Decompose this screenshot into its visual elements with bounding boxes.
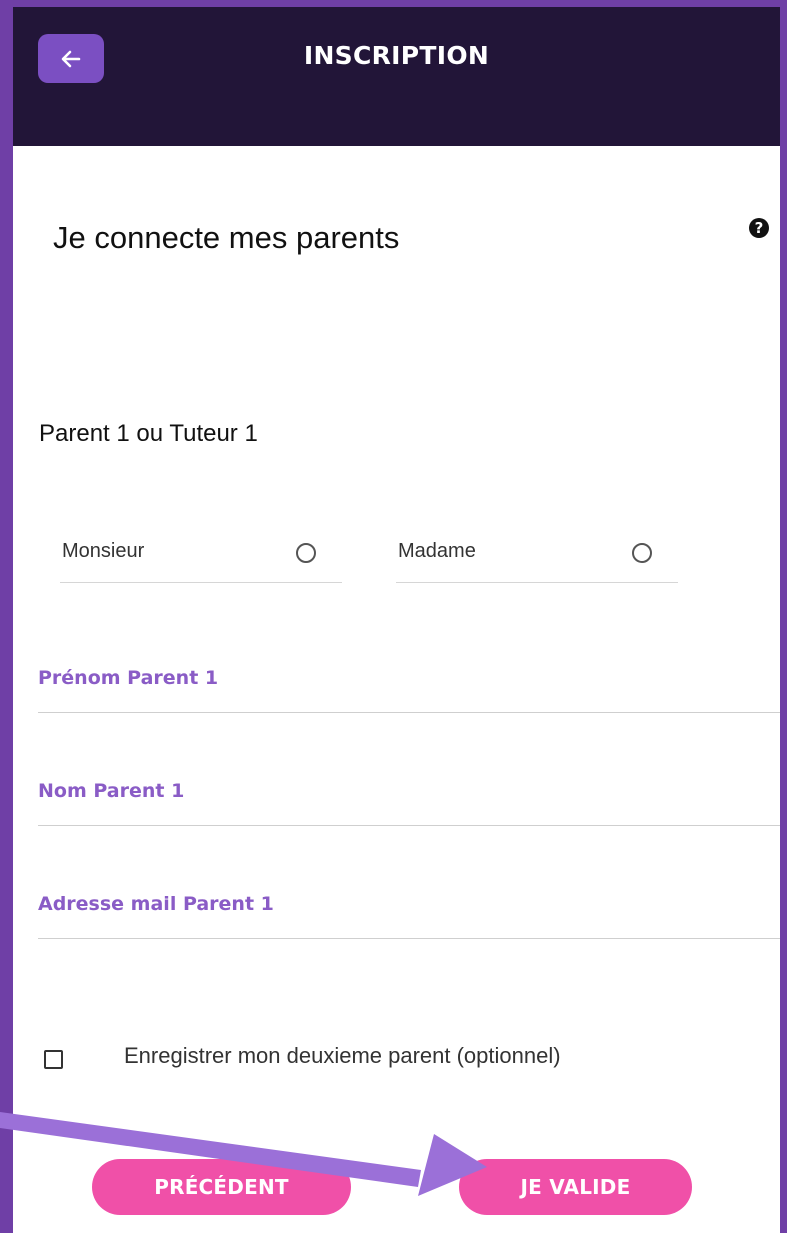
- first-name-field[interactable]: Prénom Parent 1: [38, 653, 780, 713]
- first-name-label: Prénom Parent 1: [38, 667, 219, 689]
- help-icon[interactable]: ?: [749, 218, 769, 238]
- radio-madame[interactable]: Madame: [396, 527, 678, 583]
- email-field[interactable]: Adresse mail Parent 1: [38, 879, 780, 939]
- section-title: Parent 1 ou Tuteur 1: [39, 420, 258, 447]
- validate-button[interactable]: JE VALIDE: [459, 1159, 692, 1215]
- second-parent-checkbox[interactable]: [44, 1050, 63, 1069]
- radio-circle-icon[interactable]: [632, 543, 652, 563]
- page-title: Je connecte mes parents: [53, 220, 400, 255]
- radio-label: Monsieur: [62, 540, 145, 562]
- previous-button[interactable]: PRÉCÉDENT: [92, 1159, 351, 1215]
- header-bar: INSCRIPTION: [13, 7, 780, 146]
- last-name-label: Nom Parent 1: [38, 780, 185, 802]
- radio-label: Madame: [398, 540, 476, 562]
- last-name-field[interactable]: Nom Parent 1: [38, 766, 780, 826]
- second-parent-label: Enregistrer mon deuxieme parent (optionn…: [124, 1043, 561, 1068]
- app-frame: INSCRIPTION Je connecte mes parents ? Pa…: [13, 7, 780, 1233]
- header-title: INSCRIPTION: [303, 41, 490, 70]
- radio-circle-icon[interactable]: [296, 543, 316, 563]
- email-label: Adresse mail Parent 1: [38, 893, 274, 915]
- radio-monsieur[interactable]: Monsieur: [60, 527, 342, 583]
